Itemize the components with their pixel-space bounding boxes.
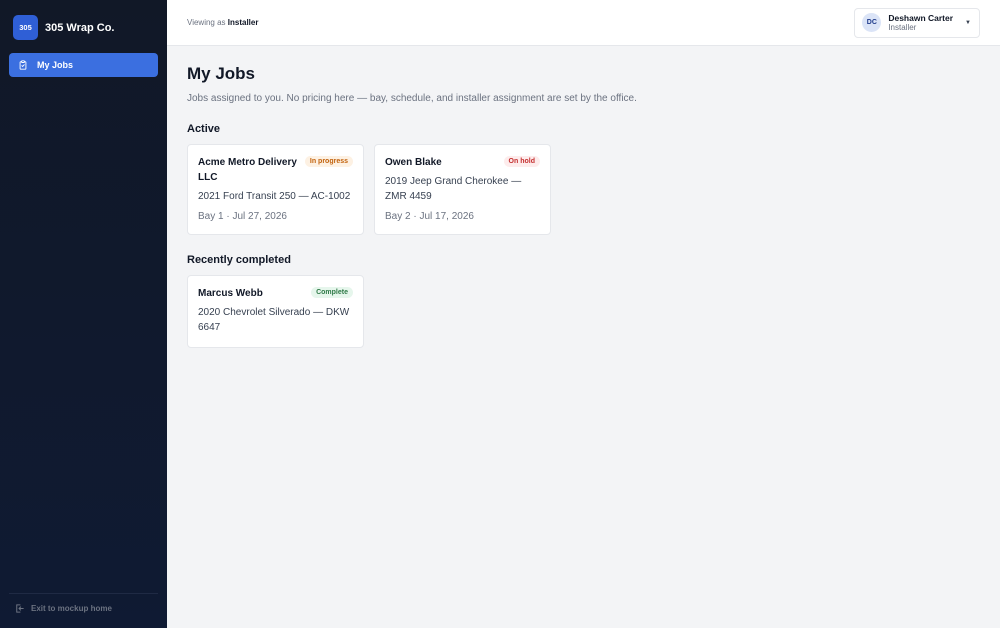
- exit-link[interactable]: Exit to mockup home: [9, 593, 158, 614]
- active-heading: Active: [187, 123, 221, 135]
- sidebar-item-my-jobs[interactable]: My Jobs: [9, 53, 158, 77]
- status-badge: Complete: [311, 287, 353, 298]
- main-content: My Jobs Jobs assigned to you. No pricing…: [187, 60, 980, 348]
- page-subtitle: Jobs assigned to you. No pricing here — …: [187, 93, 637, 104]
- job-schedule: Bay 1 · Jul 27, 2026: [198, 211, 287, 222]
- job-customer: Owen Blake: [385, 157, 442, 168]
- sidebar: 305 305 Wrap Co. My Jobs Exit to mockup …: [0, 0, 167, 628]
- exit-link-label: Exit to mockup home: [31, 604, 112, 613]
- completed-jobs-list: Marcus Webb Complete 2020 Chevrolet Silv…: [187, 275, 980, 348]
- chevron-down-icon: ▼: [965, 19, 971, 26]
- status-badge: In progress: [304, 156, 353, 167]
- exit-icon: [16, 604, 24, 613]
- sidebar-nav: My Jobs: [0, 53, 167, 77]
- page-title: My Jobs: [187, 64, 256, 83]
- user-role: Installer: [888, 22, 917, 32]
- viewing-role: Installer: [227, 18, 259, 27]
- job-customer: Acme Metro Delivery LLC: [198, 157, 297, 183]
- completed-heading: Recently completed: [187, 254, 291, 266]
- avatar: DC: [862, 13, 882, 32]
- user-name: Deshawn Carter: [888, 12, 954, 23]
- sidebar-item-label: My Jobs: [37, 60, 74, 70]
- clipboard-icon: [19, 60, 27, 70]
- status-badge: On hold: [503, 156, 540, 167]
- job-vehicle: 2021 Ford Transit 250 — AC-1002: [198, 191, 351, 202]
- brand-name: 305 Wrap Co.: [45, 21, 115, 34]
- job-vehicle: 2020 Chevrolet Silverado — DKW 6647: [198, 307, 350, 333]
- brand-logo: 305: [13, 15, 38, 40]
- viewing-prefix: Viewing as: [187, 18, 226, 27]
- job-schedule: Bay 2 · Jul 17, 2026: [385, 211, 474, 222]
- job-customer: Marcus Webb: [198, 288, 263, 299]
- job-card[interactable]: Owen Blake On hold 2019 Jeep Grand Chero…: [374, 144, 551, 235]
- active-jobs-list: Acme Metro Delivery LLC In progress 2021…: [187, 144, 980, 235]
- topbar: Viewing as Installer DC Deshawn Carter I…: [167, 0, 1000, 46]
- viewing-as: Viewing as Installer: [187, 18, 258, 27]
- job-vehicle: 2019 Jeep Grand Cherokee — ZMR 4459: [385, 176, 522, 202]
- user-menu[interactable]: DC Deshawn Carter Installer ▼: [854, 7, 980, 38]
- job-card[interactable]: Acme Metro Delivery LLC In progress 2021…: [187, 144, 364, 235]
- job-card[interactable]: Marcus Webb Complete 2020 Chevrolet Silv…: [187, 275, 364, 348]
- brand[interactable]: 305 305 Wrap Co.: [0, 0, 167, 41]
